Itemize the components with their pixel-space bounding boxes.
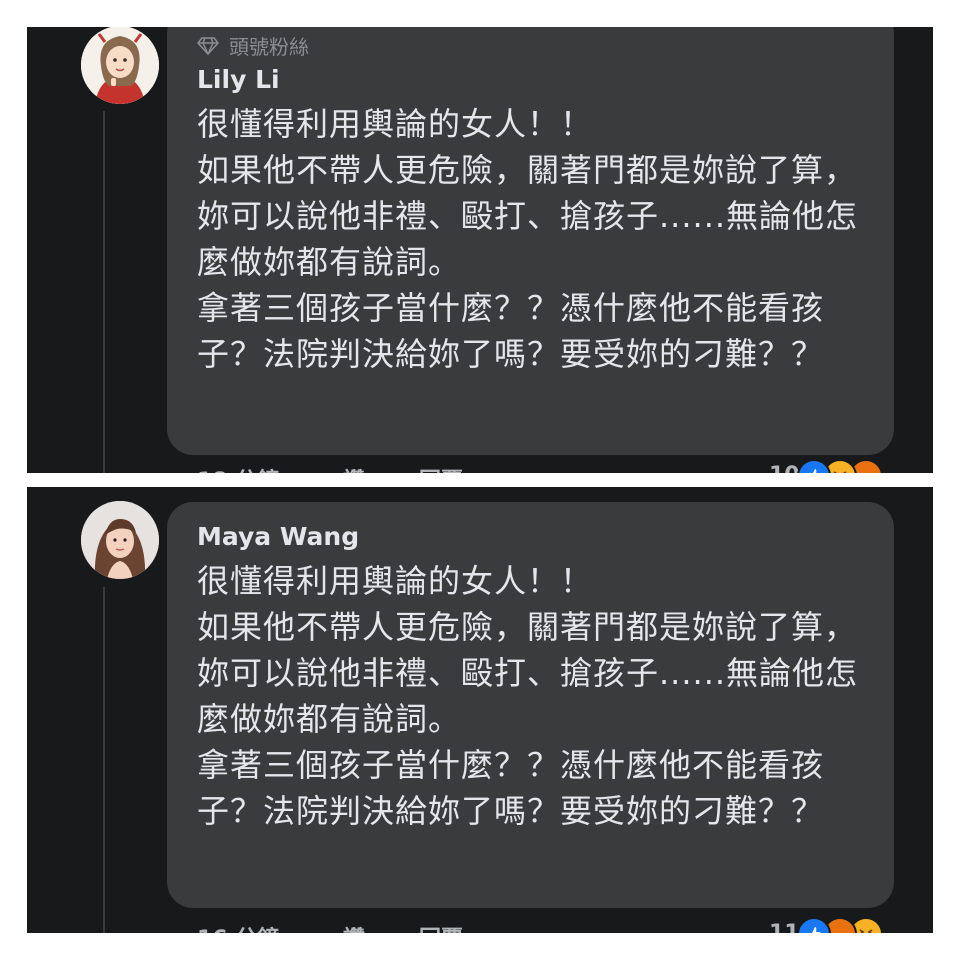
reply-link[interactable]: 回覆 <box>419 921 463 933</box>
like-icon <box>797 917 831 933</box>
avatar-maya-wang[interactable] <box>81 501 159 579</box>
like-icon <box>797 459 831 473</box>
like-link[interactable]: 讚 <box>343 921 365 933</box>
reply-link[interactable]: 回覆 <box>419 463 463 473</box>
reaction-count[interactable]: 11 <box>769 921 800 933</box>
thread-line <box>103 111 105 473</box>
illustrated-avatar-icon <box>81 27 159 104</box>
comment-bubble[interactable]: 頭號粉絲 Lily Li 很懂得利用輿論的女人！！ 如果他不帶人更危險，關著門都… <box>167 27 894 455</box>
comment-text: 很懂得利用輿論的女人！！ 如果他不帶人更危險，關著門都是妳說了算，妳可以說他非禮… <box>197 562 859 830</box>
comment-bubble[interactable]: Maya Wang 很懂得利用輿論的女人！！ 如果他不帶人更危險，關著門都是妳說… <box>167 502 894 908</box>
comment-timestamp[interactable]: 16 分鐘 <box>197 921 279 933</box>
comment-screenshot-1: 頭號粉絲 Lily Li 很懂得利用輿論的女人！！ 如果他不帶人更危險，關著門都… <box>27 27 933 473</box>
avatar-lily-li[interactable] <box>81 27 159 104</box>
top-fan-badge: 頭號粉絲 <box>197 31 309 60</box>
reaction-summary[interactable] <box>797 917 917 933</box>
badge-label: 頭號粉絲 <box>229 35 309 59</box>
reaction-count[interactable]: 10 <box>769 463 800 473</box>
diamond-icon <box>197 36 219 55</box>
comment-text: 很懂得利用輿論的女人！！ 如果他不帶人更危險，關著門都是妳說了算，妳可以說他非禮… <box>197 105 859 373</box>
comment-timestamp[interactable]: 18 分鐘 <box>197 463 279 473</box>
reaction-summary[interactable] <box>797 459 917 473</box>
comment-screenshot-2: Maya Wang 很懂得利用輿論的女人！！ 如果他不帶人更危險，關著門都是妳說… <box>27 487 933 933</box>
profile-photo-icon <box>81 501 159 579</box>
thread-line <box>103 587 105 933</box>
comment-author[interactable]: Maya Wang <box>197 522 359 551</box>
like-link[interactable]: 讚 <box>343 463 365 473</box>
comment-author[interactable]: Lily Li <box>197 65 280 94</box>
